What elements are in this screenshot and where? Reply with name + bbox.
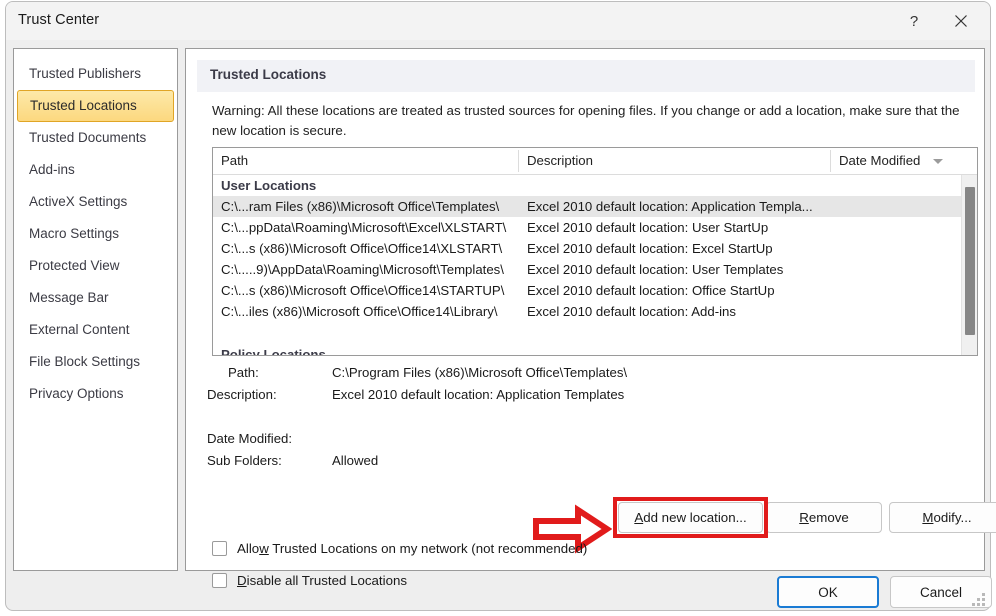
row-path: C:\...s (x86)\Microsoft Office\Office14\…: [221, 283, 505, 298]
remove-accel: R: [799, 510, 809, 525]
allow-network-locations-label: Allow Trusted Locations on my network (n…: [237, 540, 588, 556]
sidebar-item-add-ins[interactable]: Add-ins: [17, 154, 174, 186]
detail-row-sub-folders: Sub Folders: Allowed: [186, 453, 984, 475]
row-description: Excel 2010 default location: Excel Start…: [527, 241, 773, 256]
help-icon[interactable]: ?: [891, 2, 937, 40]
modify-accel: M: [922, 510, 934, 525]
detail-row-description: Description: Excel 2010 default location…: [186, 387, 984, 409]
section-header: Trusted Locations: [197, 60, 975, 92]
row-path: C:\...ram Files (x86)\Microsoft Office\T…: [221, 199, 500, 214]
add-accel: A: [634, 510, 644, 525]
list-scrollbar[interactable]: [961, 175, 977, 355]
warning-text: Warning: All these locations are treated…: [212, 103, 960, 138]
trusted-locations-list[interactable]: Path Description Date Modified User Loca…: [212, 147, 978, 356]
row-description: Excel 2010 default location: Application…: [527, 199, 813, 214]
disable-all-trusted-locations-label: Disable all Trusted Locations: [237, 572, 408, 588]
row-description: Excel 2010 default location: Add-ins: [527, 304, 736, 319]
ok-button[interactable]: OK: [777, 576, 879, 608]
table-row[interactable]: C:\...iles (x86)\Microsoft Office\Office…: [213, 301, 977, 322]
modify-button[interactable]: Modify...: [889, 502, 996, 533]
row-description: Excel 2010 default location: User Templa…: [527, 262, 784, 277]
sidebar-item-trusted-documents[interactable]: Trusted Documents: [17, 122, 174, 154]
row-description: Excel 2010 default location: User StartU…: [527, 220, 769, 235]
column-divider: [830, 150, 831, 172]
checkbox-icon[interactable]: [212, 572, 227, 588]
row-path: C:\...ppData\Roaming\Microsoft\Excel\XLS…: [221, 220, 507, 235]
section-title: Trusted Locations: [210, 67, 327, 82]
sidebar-item-external-content[interactable]: External Content: [17, 314, 174, 346]
sidebar-item-privacy-options[interactable]: Privacy Options: [17, 378, 174, 410]
list-group-header-policy-locations: Policy Locations: [221, 347, 326, 356]
detail-row-path: Path: C:\Program Files (x86)\Microsoft O…: [186, 365, 984, 387]
window-title: Trust Center: [18, 12, 100, 28]
sidebar-item-file-block-settings[interactable]: File Block Settings: [17, 346, 174, 378]
detail-value-sub-folders: Allowed: [332, 453, 379, 468]
row-path: C:\...iles (x86)\Microsoft Office\Office…: [221, 304, 498, 319]
detail-value-path: C:\Program Files (x86)\Microsoft Office\…: [332, 365, 628, 380]
column-header-description[interactable]: Description: [527, 153, 593, 168]
column-header-date-modified[interactable]: Date Modified: [839, 153, 920, 168]
modify-label-rest: odify...: [933, 510, 972, 525]
remove-button[interactable]: Remove: [766, 502, 882, 533]
sidebar-item-trusted-locations[interactable]: Trusted Locations: [17, 90, 174, 122]
category-list[interactable]: Trusted Publishers Trusted Locations Tru…: [13, 48, 178, 571]
table-row[interactable]: C:\...s (x86)\Microsoft Office\Office14\…: [213, 238, 977, 259]
content-pane: Trusted Locations Warning: All these loc…: [185, 48, 996, 588]
list-group-header-user-locations: User Locations: [221, 178, 317, 193]
sidebar-item-protected-view[interactable]: Protected View: [17, 250, 174, 282]
title-bar: Trust Center ?: [6, 2, 990, 40]
location-details: Path: C:\Program Files (x86)\Microsoft O…: [186, 365, 984, 475]
resize-grip-icon[interactable]: [972, 593, 986, 607]
sidebar-item-activex-settings[interactable]: ActiveX Settings: [17, 186, 174, 218]
trust-center-dialog: Trust Center ? Trusted Publishers Truste…: [5, 1, 996, 611]
close-icon[interactable]: [938, 2, 984, 40]
table-row[interactable]: C:\...ram Files (x86)\Microsoft Office\T…: [213, 196, 977, 217]
column-header-path[interactable]: Path: [221, 153, 248, 168]
allow-network-locations-checkbox-row[interactable]: Allow Trusted Locations on my network (n…: [212, 538, 587, 558]
detail-value-description: Excel 2010 default location: Application…: [332, 387, 625, 402]
column-divider: [518, 150, 519, 172]
detail-label-sub-folders: Sub Folders:: [207, 453, 282, 468]
disable-all-trusted-locations-checkbox-row[interactable]: Disable all Trusted Locations: [212, 570, 407, 590]
add-label-rest: dd new location...: [643, 510, 747, 525]
scrollbar-thumb[interactable]: [965, 187, 975, 335]
table-row[interactable]: C:\...s (x86)\Microsoft Office\Office14\…: [213, 280, 977, 301]
detail-label-date-modified: Date Modified:: [207, 431, 293, 446]
sidebar-item-macro-settings[interactable]: Macro Settings: [17, 218, 174, 250]
list-body[interactable]: User Locations C:\...ram Files (x86)\Mic…: [213, 175, 977, 356]
add-new-location-button[interactable]: Add new location...: [618, 502, 763, 533]
detail-row-spacer: [186, 409, 984, 431]
detail-label-description: Description:: [207, 387, 277, 402]
sort-descending-icon: [933, 159, 943, 164]
table-row[interactable]: C:\.....9)\AppData\Roaming\Microsoft\Tem…: [213, 259, 977, 280]
row-path: C:\.....9)\AppData\Roaming\Microsoft\Tem…: [221, 262, 504, 277]
table-row[interactable]: C:\...ppData\Roaming\Microsoft\Excel\XLS…: [213, 217, 977, 238]
detail-label-path: Path:: [228, 365, 259, 380]
list-column-header: Path Description Date Modified: [213, 148, 977, 175]
row-description: Excel 2010 default location: Office Star…: [527, 283, 775, 298]
remove-label-rest: emove: [808, 510, 849, 525]
detail-row-date-modified: Date Modified:: [186, 431, 984, 453]
sidebar-item-trusted-publishers[interactable]: Trusted Publishers: [17, 58, 174, 90]
row-path: C:\...s (x86)\Microsoft Office\Office14\…: [221, 241, 503, 256]
sidebar-item-message-bar[interactable]: Message Bar: [17, 282, 174, 314]
checkbox-icon[interactable]: [212, 540, 227, 556]
